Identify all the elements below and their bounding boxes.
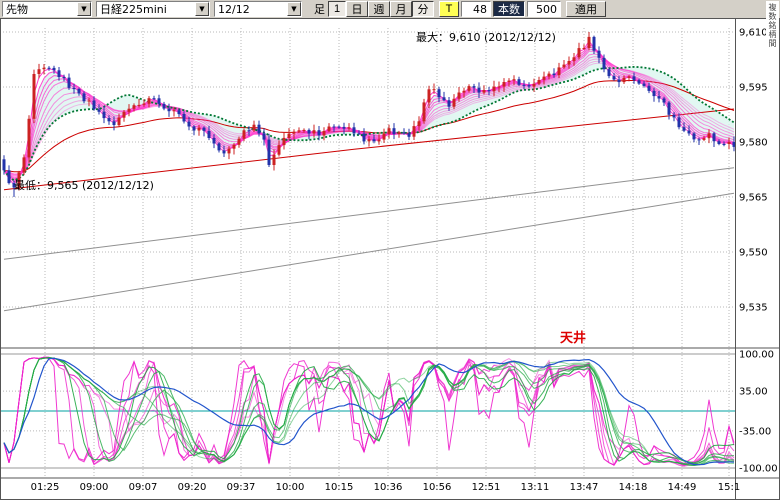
- time-axis-label: 10:36: [374, 482, 403, 493]
- period-button-day[interactable]: 日: [346, 1, 368, 17]
- price-axis-label: 9,565: [739, 193, 768, 204]
- dropdown-arrow-icon[interactable]: ▼: [195, 2, 209, 16]
- time-axis-label: 10:56: [423, 482, 452, 493]
- price-axis-label: 9,580: [739, 138, 768, 149]
- min-price-annotation: 最低：9,565 (2012/12/12): [14, 179, 154, 192]
- chart-area: 9,610 9,595 9,580 9,565 9,550 9,535 100.00 35.0…: [0, 18, 780, 500]
- max-price-annotation: 最大：9,610 (2012/12/12): [416, 30, 556, 44]
- bar-type-label: 足: [314, 1, 325, 17]
- apply-button[interactable]: 適用: [566, 1, 606, 17]
- time-axis-label: 10:00: [276, 482, 305, 493]
- time-axis-label: 09:00: [80, 482, 109, 493]
- tick-button[interactable]: T: [439, 1, 459, 17]
- time-axis-label: 14:49: [668, 482, 697, 493]
- market-select-value: 先物: [6, 1, 28, 17]
- price-axis-label: 9,610: [739, 28, 768, 39]
- period-button-month[interactable]: 月: [390, 1, 412, 17]
- date-select-value: 12/12: [218, 3, 250, 16]
- period-button-minute[interactable]: 分: [412, 1, 434, 17]
- time-axis-label: 12:51: [472, 482, 501, 493]
- oscillator-axis-label: 35.00: [739, 387, 768, 398]
- time-axis-label: 13:11: [521, 482, 550, 493]
- time-axis-label: 15:1: [718, 482, 740, 493]
- time-axis-label: 09:37: [227, 482, 256, 493]
- time-axis-label: 14:18: [619, 482, 648, 493]
- period-button-1[interactable]: 1: [328, 1, 346, 17]
- side-vertical-label[interactable]: 複数銘柄間: [766, 1, 779, 50]
- period-button-week[interactable]: 週: [368, 1, 390, 17]
- symbol-select[interactable]: 日経225mini ▼: [96, 1, 210, 17]
- dropdown-arrow-icon[interactable]: ▼: [77, 2, 91, 16]
- price-axis-label: 9,535: [739, 303, 768, 314]
- time-axis-label: 09:20: [178, 482, 207, 493]
- time-axis-label: 10:15: [325, 482, 354, 493]
- ceiling-annotation: 天井: [560, 330, 586, 346]
- price-axis-label: 9,595: [739, 83, 768, 94]
- time-axis-label: 13:47: [570, 482, 599, 493]
- tick-count-input[interactable]: 48: [461, 1, 491, 17]
- market-select[interactable]: 先物 ▼: [2, 1, 92, 17]
- oscillator-axis-label: -100.00: [739, 464, 778, 475]
- toolbar: 先物 ▼ 日経225mini ▼ 12/12 ▼ 足 1 日 週 月 分 T 4…: [0, 0, 780, 18]
- date-select[interactable]: 12/12 ▼: [214, 1, 302, 17]
- bar-count-input[interactable]: 500: [527, 1, 561, 17]
- bar-count-toggle[interactable]: 本数: [493, 1, 525, 17]
- dropdown-arrow-icon[interactable]: ▼: [287, 2, 301, 16]
- price-chart-canvas: 9,610 9,595 9,580 9,565 9,550 9,535 100.00 35.0…: [0, 18, 780, 500]
- oscillator-axis-label: 100.00: [739, 350, 774, 361]
- time-axis-label: 01:25: [31, 482, 60, 493]
- price-axis-label: 9,550: [739, 248, 768, 259]
- time-axis-label: 09:07: [129, 482, 158, 493]
- oscillator-axis-label: -35.00: [739, 426, 771, 437]
- symbol-select-value: 日経225mini: [100, 1, 167, 17]
